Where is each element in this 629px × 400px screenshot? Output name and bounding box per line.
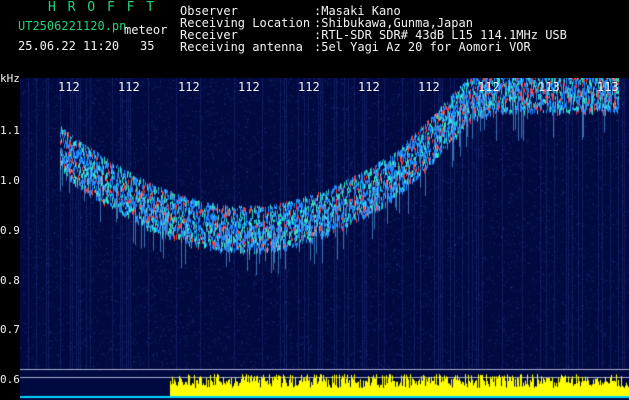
- header-panel: H R O F F T UT2506221120.pn meteor 25.06…: [0, 0, 629, 78]
- y-tick-label: 0.7: [0, 323, 20, 336]
- x-tick-label: 112: [298, 80, 320, 94]
- x-tick-label: 113: [538, 80, 560, 94]
- field-label-antenna: Receiving antenna: [180, 40, 303, 54]
- file-name: UT2506221120.pn: [18, 19, 127, 33]
- x-tick-label: 112: [178, 80, 200, 94]
- app-title: H R O F F T: [48, 0, 157, 15]
- date-time: 25.06.22 11:20: [18, 39, 120, 53]
- y-tick-label: 1.0: [0, 174, 20, 187]
- x-tick-label: 113: [597, 80, 619, 94]
- x-tick-label: 112: [58, 80, 80, 94]
- x-tick-label: 112: [478, 80, 500, 94]
- event-count: 35: [140, 39, 155, 53]
- y-tick-label: 1.1: [0, 124, 20, 137]
- y-tick-label: 0.9: [0, 224, 20, 237]
- spectrogram-canvas: [20, 78, 629, 400]
- y-tick-label: 0.8: [0, 274, 20, 287]
- x-tick-label: 112: [238, 80, 260, 94]
- y-axis-unit: kHz: [0, 72, 20, 85]
- x-tick-label: 112: [418, 80, 440, 94]
- y-tick-label: 0.6: [0, 373, 20, 386]
- x-tick-label: 112: [358, 80, 380, 94]
- category-label: meteor: [124, 23, 168, 37]
- x-tick-label: 112: [118, 80, 140, 94]
- field-value-antenna: :5el Yagi Az 20 for Aomori VOR: [314, 40, 531, 54]
